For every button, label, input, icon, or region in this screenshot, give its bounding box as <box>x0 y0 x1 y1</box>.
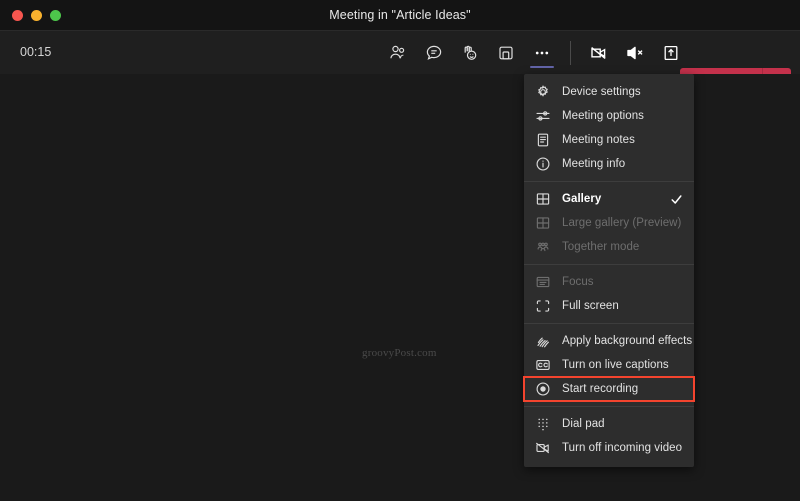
grid-icon <box>535 215 554 231</box>
incoming-video-off-icon <box>535 440 554 456</box>
dial-pad-icon <box>535 416 554 432</box>
meeting-timer: 00:15 <box>20 45 52 59</box>
toolbar-divider <box>570 40 571 65</box>
menu-item-label: Gallery <box>562 193 602 205</box>
menu-item-label: Meeting options <box>562 110 644 122</box>
rooms-button[interactable] <box>488 31 524 74</box>
full-screen-icon <box>535 298 554 314</box>
menu-item-device-settings[interactable]: Device settings <box>524 80 694 104</box>
background-effects-icon <box>535 333 554 349</box>
menu-item-turn-off-incoming-video[interactable]: Turn off incoming video <box>524 436 694 460</box>
menu-item-label: Apply background effects <box>562 335 693 347</box>
menu-item-label: Device settings <box>562 86 641 98</box>
mic-muted-icon <box>624 42 646 64</box>
window-title: Meeting in "Article Ideas" <box>329 8 471 22</box>
together-mode-icon <box>535 239 554 255</box>
menu-item-meeting-notes[interactable]: Meeting notes <box>524 128 694 152</box>
menu-item-label: Full screen <box>562 300 619 312</box>
menu-item-gallery[interactable]: Gallery <box>524 187 694 211</box>
window-titlebar: Meeting in "Article Ideas" <box>0 0 800 31</box>
reactions-icon <box>460 43 480 63</box>
menu-item-label: Together mode <box>562 241 640 253</box>
menu-separator <box>524 323 694 324</box>
camera-off-icon <box>588 42 610 64</box>
grid-icon <box>535 191 554 207</box>
notes-icon <box>535 132 554 148</box>
menu-item-meeting-info[interactable]: Meeting info <box>524 152 694 176</box>
share-screen-icon <box>660 42 682 64</box>
watermark: groovyPost.com <box>362 347 437 359</box>
menu-separator <box>524 264 694 265</box>
participants-button[interactable] <box>380 31 416 74</box>
more-actions-menu: Device settings Meeting options Meeting no… <box>523 74 695 467</box>
teams-meeting-window: Meeting in "Article Ideas" 00:15 groovyP… <box>0 0 800 501</box>
menu-item-label: Start recording <box>562 383 639 395</box>
sliders-icon <box>535 108 554 124</box>
chat-button[interactable] <box>416 31 452 74</box>
checkmark-icon <box>670 187 683 211</box>
reactions-button[interactable] <box>452 31 488 74</box>
menu-item-label: Turn on live captions <box>562 359 669 371</box>
ellipsis-icon <box>532 43 552 63</box>
menu-item-label: Meeting notes <box>562 134 635 146</box>
menu-item-start-recording[interactable]: Start recording <box>523 376 695 402</box>
focus-icon <box>535 274 554 290</box>
menu-separator <box>524 406 694 407</box>
rooms-icon <box>496 43 516 63</box>
camera-button[interactable] <box>581 31 617 74</box>
info-circle-icon <box>535 156 554 172</box>
more-actions-active-indicator <box>530 65 554 68</box>
toolbar-actions <box>380 31 689 74</box>
menu-item-full-screen[interactable]: Full screen <box>524 294 694 318</box>
more-actions-button[interactable] <box>524 31 560 74</box>
menu-item-focus: Focus <box>524 270 694 294</box>
menu-item-dial-pad[interactable]: Dial pad <box>524 412 694 436</box>
meeting-toolbar: 00:15 <box>0 31 800 99</box>
menu-item-label: Turn off incoming video <box>562 442 683 454</box>
gear-icon <box>535 84 554 100</box>
menu-item-label: Large gallery (Preview) <box>562 217 682 229</box>
chat-bubble-icon <box>424 43 444 63</box>
menu-item-meeting-options[interactable]: Meeting options <box>524 104 694 128</box>
menu-item-apply-background-effects[interactable]: Apply background effects <box>524 329 694 353</box>
menu-item-together-mode: Together mode <box>524 235 694 259</box>
closed-captions-icon <box>535 357 554 373</box>
people-icon <box>388 43 408 63</box>
microphone-button[interactable] <box>617 31 653 74</box>
menu-item-label: Dial pad <box>562 418 605 430</box>
menu-item-large-gallery-preview: Large gallery (Preview) <box>524 211 694 235</box>
menu-item-label: Focus <box>562 276 594 288</box>
menu-item-label: Meeting info <box>562 158 626 170</box>
record-icon <box>535 381 554 397</box>
menu-item-turn-on-live-captions[interactable]: Turn on live captions <box>524 353 694 377</box>
menu-separator <box>524 181 694 182</box>
